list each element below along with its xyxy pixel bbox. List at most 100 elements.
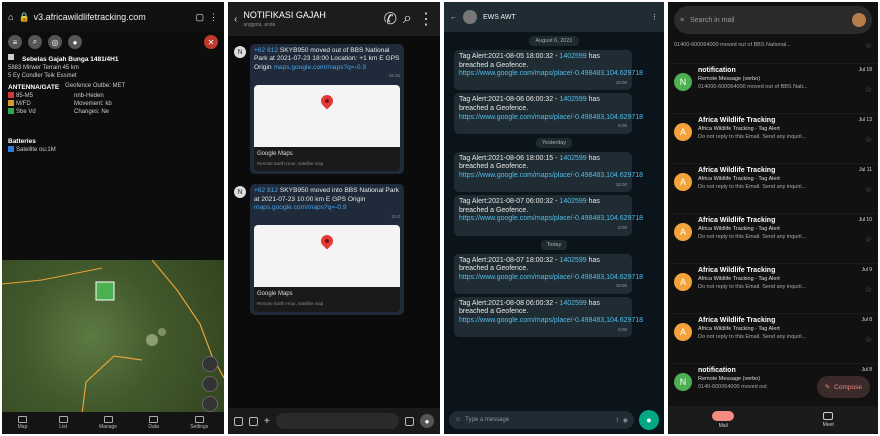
star-icon[interactable]: ☆ <box>854 185 872 194</box>
pencil-icon[interactable] <box>202 376 218 392</box>
message-link[interactable]: maps.google.com/maps?q=-0.9 <box>254 204 347 211</box>
back-arrow-icon[interactable]: ← <box>450 14 457 21</box>
satellite-map[interactable] <box>2 259 224 415</box>
sender-phone[interactable]: +62 812 <box>254 47 278 54</box>
sticker-icon[interactable] <box>405 416 414 426</box>
mic-button-icon[interactable]: ● <box>639 410 659 430</box>
more-icon[interactable]: ⋮ <box>418 9 434 29</box>
mail-search-bar[interactable]: ≡ Search in mail <box>674 6 872 34</box>
alert-message[interactable]: Tag Alert:2021-08-08 06:00:32 - 1402599 … <box>454 296 643 338</box>
alert-message[interactable]: Tag Alert:2021-08-07 18:00:32 - 1402599 … <box>454 253 643 294</box>
nav-list[interactable]: List <box>58 416 68 430</box>
nav-map[interactable]: Map <box>18 416 27 430</box>
info-row: Sbe Vd Changes: Ne <box>8 108 218 116</box>
back-arrow-icon[interactable]: ‹ <box>234 14 237 25</box>
list-icon <box>58 416 68 423</box>
phone-icon[interactable]: ✆ <box>384 9 397 29</box>
tag-id[interactable]: 1402599 <box>559 198 586 205</box>
camera-icon[interactable]: ◉ <box>623 417 628 424</box>
date-chip: Today <box>540 239 568 250</box>
nav-settings[interactable]: Settings <box>190 416 208 430</box>
message-input[interactable]: ☺ Type a message ⌇ ◉ <box>449 411 634 429</box>
menu-icon[interactable]: ≡ <box>680 17 684 24</box>
alert-message[interactable]: Tag Alert:2021-08-06 18:00:15 - 1402599 … <box>454 151 643 193</box>
star-icon[interactable]: ☆ <box>854 135 872 144</box>
video-icon <box>823 412 834 420</box>
tabs-icon[interactable]: ▢ <box>195 12 204 23</box>
home-icon[interactable]: ⌂ <box>8 12 13 22</box>
mail-item[interactable]: N notification Remote Message (verbo) 01… <box>668 64 878 114</box>
camera-icon[interactable] <box>249 416 258 426</box>
alert-message[interactable]: Tag Alert:2021-08-05 18:00:32 - 1402599 … <box>454 50 643 91</box>
tag-id[interactable]: 1402599 <box>559 53 586 60</box>
zoom-icon[interactable] <box>202 356 218 372</box>
group-avatar[interactable] <box>463 10 477 24</box>
star-icon[interactable]: ☆ <box>854 235 872 244</box>
tag-id[interactable]: 1402599 <box>559 96 586 103</box>
sender-avatar: A <box>674 223 692 241</box>
message-bubble[interactable]: +62 812 SKYB950 moved out of BBS Nationa… <box>250 44 404 175</box>
star-icon[interactable]: ☆ <box>854 285 872 294</box>
mail-item[interactable]: A Africa Wildlife Tracking Africa Wildli… <box>668 214 878 264</box>
nav-manage[interactable]: Manage <box>99 416 117 430</box>
search-icon[interactable]: ⌕ <box>403 10 412 28</box>
nav-data[interactable]: Data <box>148 416 159 430</box>
mail-snippet: Do not reply to this Email. Send any inq… <box>698 184 807 190</box>
gallery-icon[interactable] <box>234 416 243 426</box>
star-icon[interactable]: ☆ <box>854 85 872 94</box>
section-title: ANTENNA/GATE <box>8 84 60 91</box>
mail-item[interactable]: A Africa Wildlife Tracking Africa Wildli… <box>668 114 878 164</box>
compose-button[interactable]: ✎ Compose <box>816 376 870 398</box>
map-layers-icon[interactable] <box>202 396 218 412</box>
message-input[interactable] <box>275 413 399 429</box>
mail-item[interactable]: A Africa Wildlife Tracking Africa Wildli… <box>668 314 878 364</box>
more-icon[interactable]: ⋮ <box>651 13 658 21</box>
map-toolbar: ≡ ⌕ ◎ ● ✕ <box>2 32 224 52</box>
tag-id[interactable]: 1402599 <box>559 155 586 162</box>
map-link[interactable]: https://www.google.com/maps/place/-0.498… <box>459 317 643 324</box>
mic-icon[interactable]: ● <box>420 414 434 428</box>
chat-subtitle: anggota, anda <box>243 22 276 28</box>
tag-id[interactable]: 1402599 <box>559 257 586 264</box>
search-icon[interactable]: ⌕ <box>28 35 42 49</box>
mail-item[interactable]: A Africa Wildlife Tracking Africa Wildli… <box>668 264 878 314</box>
map-link[interactable]: https://www.google.com/maps/place/-0.498… <box>459 172 643 179</box>
star-icon[interactable]: ☆ <box>854 335 872 344</box>
map-preview-card[interactable]: Google Maps Remote Earth Hour, satellite… <box>254 84 400 172</box>
mail-item[interactable]: 01400-600064000 moved out of BBS Nationa… <box>668 38 878 64</box>
card-subtitle: Remote Earth Hour, satellite map <box>257 161 324 167</box>
map-link[interactable]: https://www.google.com/maps/place/-0.498… <box>459 274 643 281</box>
menu-icon[interactable]: ≡ <box>8 35 22 49</box>
whatsapp-input-bar: ☺ Type a message ⌇ ◉ ● <box>444 406 664 434</box>
search-placeholder: Search in mail <box>690 16 735 24</box>
tab-mail[interactable]: Mail <box>712 411 735 429</box>
mail-item[interactable]: A Africa Wildlife Tracking Africa Wildli… <box>668 164 878 214</box>
mail-date: Jul 9 <box>861 267 872 273</box>
sender-phone[interactable]: +62 812 <box>254 187 278 194</box>
tab-meet[interactable]: Meet <box>823 412 834 428</box>
attach-icon[interactable]: ⌇ <box>616 417 619 424</box>
emoji-icon[interactable]: ☺ <box>455 417 461 423</box>
message-time: 18:00 <box>615 283 627 289</box>
more-icon[interactable]: ⋮ <box>209 12 218 23</box>
locate-icon[interactable]: ● <box>68 35 82 49</box>
alert-message[interactable]: Tag Alert:2021-08-06 06:00:32 - 1402599 … <box>454 93 643 134</box>
star-icon[interactable]: ☆ <box>854 41 872 50</box>
url-field[interactable]: 🔒 v3.africawildlifetracking.com <box>18 12 190 23</box>
account-avatar[interactable] <box>852 13 866 27</box>
message-suffix: km E GPS Origin <box>315 195 366 203</box>
group-title[interactable]: EWS AWT <box>483 14 645 21</box>
message-time: 6:00 <box>618 123 627 129</box>
message-bubble[interactable]: +62 812 SKYB950 moved into BBS National … <box>250 184 404 315</box>
message-link[interactable]: maps.google.com/maps?q=-0.9 <box>273 64 366 71</box>
alert-message[interactable]: Tag Alert:2021-08-07 06:00:32 - 1402599 … <box>454 195 643 236</box>
map-preview-card[interactable]: Google Maps Remote Earth Hour, satellite… <box>254 225 400 312</box>
map-link[interactable]: https://www.google.com/maps/place/-0.498… <box>459 215 643 222</box>
map-link[interactable]: https://www.google.com/maps/place/-0.498… <box>459 114 643 121</box>
add-icon[interactable]: + <box>264 416 270 427</box>
layers-icon[interactable]: ◎ <box>48 35 62 49</box>
close-icon[interactable]: ✕ <box>204 35 218 49</box>
mail-snippet: Do not reply to this Email. Send any inq… <box>698 284 807 290</box>
map-link[interactable]: https://www.google.com/maps/place/-0.498… <box>459 70 643 77</box>
tag-id[interactable]: 1402599 <box>559 300 586 307</box>
